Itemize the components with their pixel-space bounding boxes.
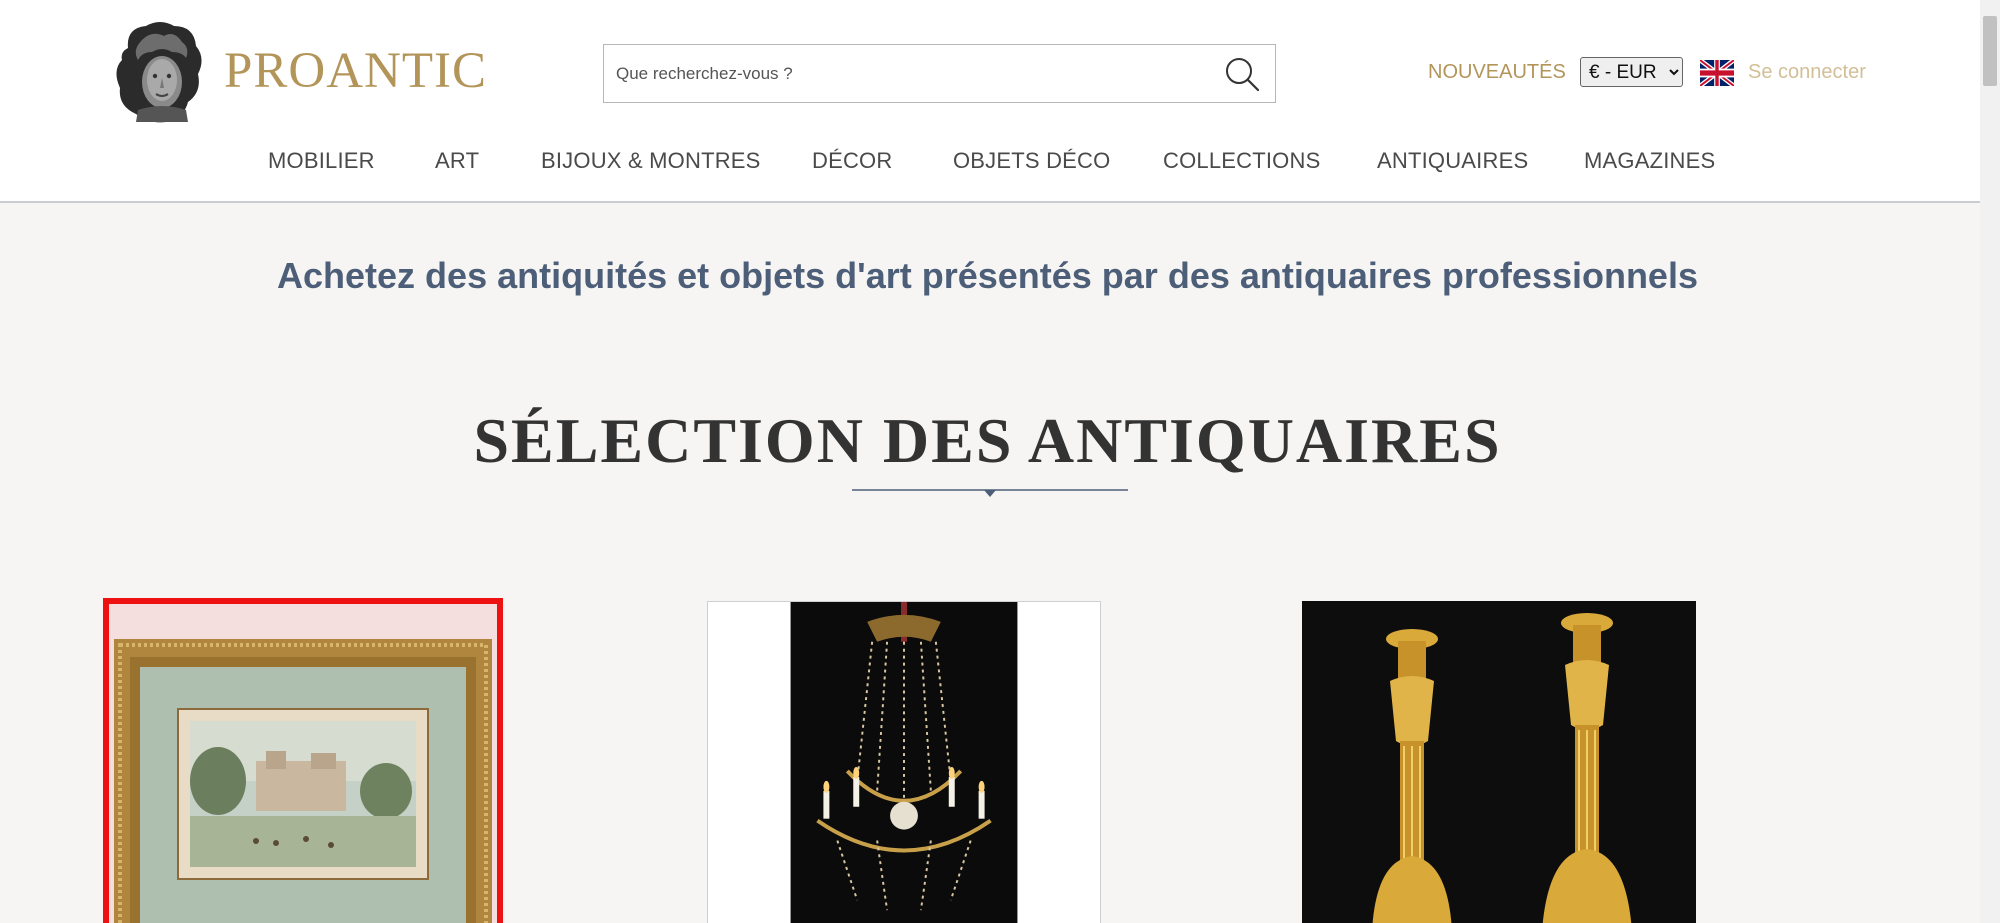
search-icon[interactable] — [1223, 55, 1261, 93]
currency-select[interactable]: € - EUR — [1580, 57, 1683, 87]
nav-item-art[interactable]: ART — [435, 148, 479, 174]
page-tagline: Achetez des antiquités et objets d'art p… — [277, 255, 1698, 296]
uk-flag-icon[interactable] — [1700, 60, 1734, 86]
gilt-bronze-candlesticks-image[interactable] — [1302, 601, 1696, 923]
site-header: PROANTIC NOUVEAUTÉS € - EUR Se connecter… — [0, 0, 1980, 203]
title-divider — [852, 489, 1128, 497]
product-card[interactable] — [1302, 601, 1696, 923]
section-title: SÉLECTION DES ANTIQUAIRES — [473, 405, 1502, 476]
nav-item-bijoux-montres[interactable]: BIJOUX & MONTRES — [541, 148, 761, 174]
crystal-chandelier-image[interactable] — [708, 602, 1100, 923]
login-link[interactable]: Se connecter — [1748, 61, 1866, 84]
nav-item-mobilier[interactable]: MOBILIER — [268, 148, 375, 174]
nav-item-objets-deco[interactable]: OBJETS DÉCO — [953, 148, 1110, 174]
nav-item-decor[interactable]: DÉCOR — [812, 148, 892, 174]
nav-item-antiquaires[interactable]: ANTIQUAIRES — [1377, 148, 1528, 174]
nouveautes-link[interactable]: NOUVEAUTÉS — [1428, 61, 1566, 84]
search-input[interactable] — [616, 55, 1206, 93]
search-box — [603, 44, 1276, 103]
brand-name[interactable]: PROANTIC — [224, 42, 487, 100]
nav-item-collections[interactable]: COLLECTIONS — [1163, 148, 1320, 174]
scrollbar-thumb[interactable] — [1983, 16, 1997, 86]
product-card[interactable] — [103, 598, 503, 923]
product-card[interactable] — [707, 601, 1101, 923]
bust-statue-logo-icon[interactable] — [108, 18, 212, 124]
framed-landscape-print-image[interactable] — [106, 601, 500, 923]
page-scrollbar[interactable] — [1980, 0, 2000, 923]
main-nav: MOBILIER ART BIJOUX & MONTRES DÉCOR OBJE… — [0, 148, 1980, 180]
nav-item-magazines[interactable]: MAGAZINES — [1584, 148, 1715, 174]
